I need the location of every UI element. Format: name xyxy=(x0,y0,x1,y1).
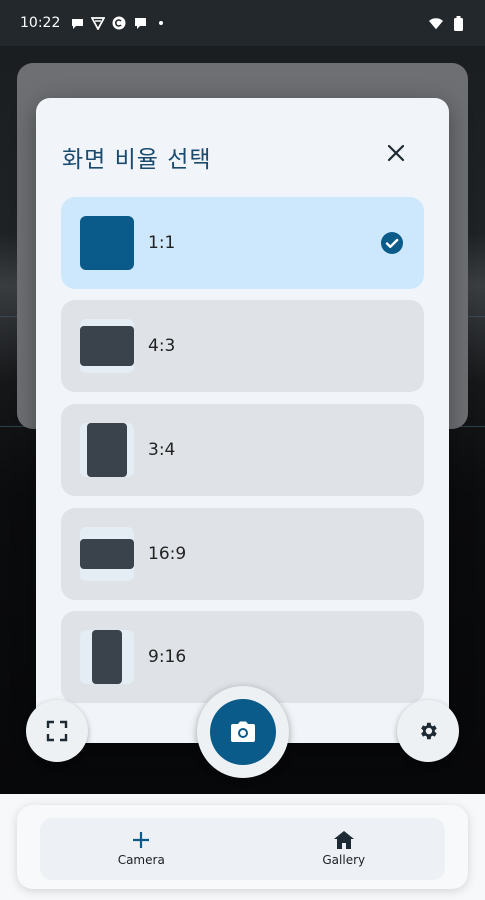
status-bar: 10:22 xyxy=(0,0,485,46)
dot-icon xyxy=(154,16,168,30)
aspect-ratio-dialog: 화면 비율 선택 1:1 4:3 3:4 16:9 9:16 xyxy=(36,98,449,743)
fullscreen-button[interactable] xyxy=(26,700,88,762)
wifi-icon xyxy=(429,16,443,30)
ratio-option-16-9[interactable]: 16:9 xyxy=(61,508,424,600)
dialog-title: 화면 비율 선택 xyxy=(62,147,212,173)
nav-label: Camera xyxy=(117,853,165,867)
ratio-thumbnail xyxy=(80,216,134,270)
shutter-button[interactable] xyxy=(197,686,289,778)
plus-icon xyxy=(133,832,150,848)
ratio-thumbnail xyxy=(80,319,134,373)
check-circle-icon xyxy=(381,232,403,254)
ratio-label: 4:3 xyxy=(148,336,176,356)
ratio-label: 16:9 xyxy=(148,544,187,564)
widescreen-shape-icon xyxy=(80,539,134,569)
nav-item-gallery[interactable]: Gallery xyxy=(243,818,446,880)
status-time: 10:22 xyxy=(20,15,61,31)
fullscreen-icon xyxy=(46,720,68,742)
nav-item-camera[interactable]: Camera xyxy=(40,818,243,880)
ratio-option-3-4[interactable]: 3:4 xyxy=(61,404,424,496)
vpn-icon xyxy=(91,16,106,30)
home-icon xyxy=(333,831,354,849)
portrait-shape-icon xyxy=(87,423,127,477)
close-button[interactable] xyxy=(381,138,411,168)
square-shape-icon xyxy=(80,216,134,270)
bottom-nav: Camera Gallery xyxy=(40,818,445,880)
close-icon xyxy=(387,144,405,162)
chat-bubble-icon xyxy=(70,16,84,30)
circle-c-icon xyxy=(112,16,126,30)
ratio-label: 1:1 xyxy=(148,233,176,253)
ratio-thumbnail xyxy=(80,630,134,684)
ratio-option-4-3[interactable]: 4:3 xyxy=(61,300,424,392)
shutter-inner xyxy=(210,699,276,765)
tall-shape-icon xyxy=(92,630,122,684)
ratio-label: 3:4 xyxy=(148,440,176,460)
settings-button[interactable] xyxy=(397,700,459,762)
landscape-shape-icon xyxy=(80,326,134,366)
settings-icon xyxy=(421,722,437,740)
message-icon xyxy=(133,16,147,30)
ratio-option-1-1[interactable]: 1:1 xyxy=(61,197,424,289)
nav-label: Gallery xyxy=(322,853,366,867)
ratio-label: 9:16 xyxy=(148,647,187,667)
battery-icon xyxy=(451,15,465,31)
ratio-thumbnail xyxy=(80,527,134,581)
ratio-thumbnail xyxy=(80,423,134,477)
camera-icon xyxy=(231,721,255,742)
